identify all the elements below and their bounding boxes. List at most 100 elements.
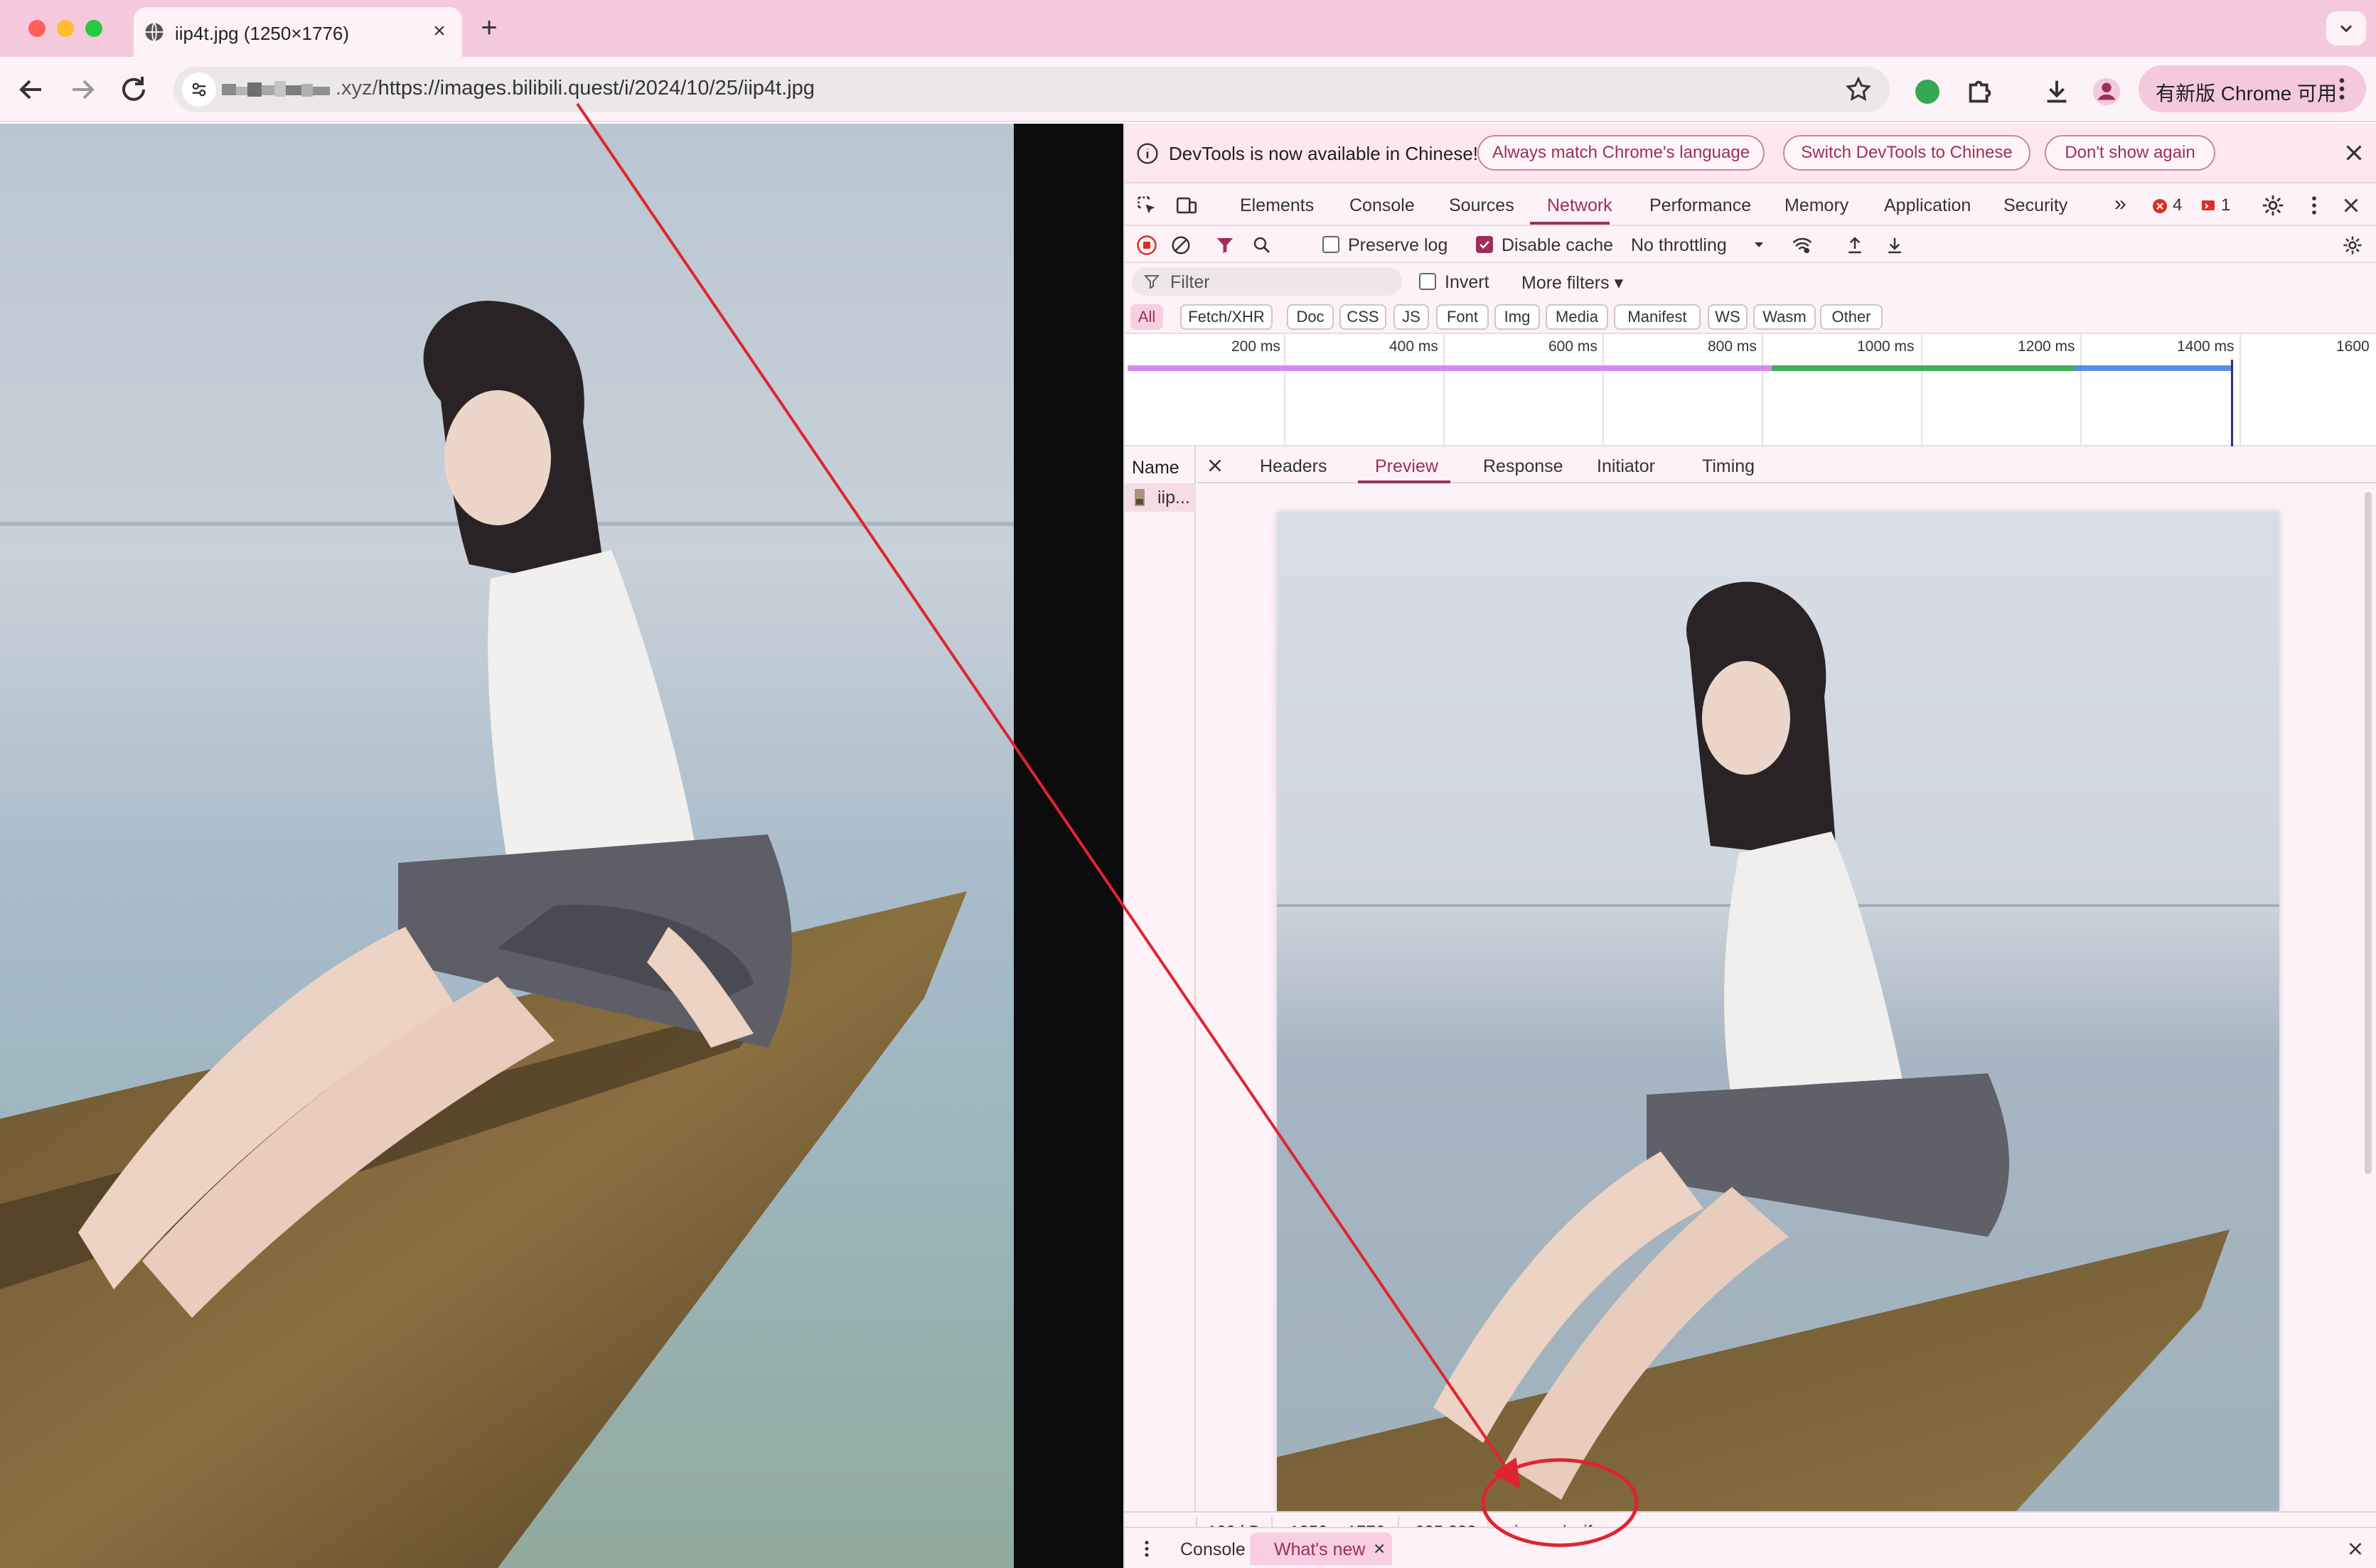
- drawer-tab-whats-new[interactable]: What's new: [1274, 1540, 1365, 1560]
- filter-funnel-icon[interactable]: [1214, 235, 1236, 256]
- network-overview-timeline[interactable]: 200 ms 400 ms 600 ms 800 ms 1000 ms 1200…: [1125, 334, 2376, 446]
- back-button[interactable]: [14, 73, 48, 107]
- name-column-header[interactable]: Name: [1132, 458, 1179, 478]
- tab-timing[interactable]: Timing: [1702, 456, 1755, 477]
- tab-sources[interactable]: Sources: [1449, 195, 1514, 216]
- network-toolbar: Preserve log Disable cache No throttling: [1125, 226, 2376, 263]
- import-har-icon[interactable]: [1844, 235, 1866, 256]
- invert-checkbox[interactable]: [1419, 273, 1436, 290]
- filter-icon: [1144, 275, 1160, 289]
- inspect-element-icon[interactable]: [1135, 193, 1159, 218]
- type-filter-media[interactable]: Media: [1546, 304, 1608, 330]
- detail-tab-bar: Headers Preview Response Initiator Timin…: [1197, 446, 2376, 483]
- tab-initiator[interactable]: Initiator: [1597, 456, 1655, 477]
- tab-strip: iip4t.jpg (1250×1776) × +: [0, 0, 2376, 57]
- tab-console[interactable]: Console: [1349, 195, 1415, 216]
- devtools-tab-bar: Elements Console Sources Network Perform…: [1125, 183, 2376, 226]
- tab-application[interactable]: Application: [1884, 195, 1971, 216]
- tab-network[interactable]: Network: [1547, 195, 1612, 216]
- url-text: .xyz/https://images.bilibili.quest/i/202…: [336, 77, 815, 100]
- disable-cache-checkbox[interactable]: [1476, 236, 1493, 253]
- type-filter-ws[interactable]: WS: [1708, 304, 1748, 330]
- tab-close-button[interactable]: ×: [427, 18, 452, 44]
- tab-search-button[interactable]: [2326, 11, 2366, 45]
- image-file-icon: [1135, 489, 1145, 506]
- type-filter-fetch-xhr[interactable]: Fetch/XHR: [1180, 304, 1273, 330]
- extension-icon[interactable]: [1915, 80, 1939, 104]
- reload-button[interactable]: [117, 73, 151, 107]
- site-info-button[interactable]: [182, 73, 216, 107]
- always-match-language-button[interactable]: Always match Chrome's language: [1477, 135, 1765, 171]
- search-icon[interactable]: [1251, 235, 1273, 256]
- type-filter-img[interactable]: Img: [1494, 304, 1540, 330]
- request-name: iip...: [1157, 488, 1190, 508]
- browser-tab[interactable]: iip4t.jpg (1250×1776) ×: [134, 7, 462, 57]
- type-filter-css[interactable]: CSS: [1339, 304, 1386, 330]
- address-bar[interactable]: .xyz/https://images.bilibili.quest/i/202…: [173, 67, 1890, 112]
- tab-memory[interactable]: Memory: [1784, 195, 1848, 216]
- update-chrome-button[interactable]: 有新版 Chrome 可用: [2139, 65, 2366, 112]
- settings-gear-icon[interactable]: [2261, 193, 2285, 218]
- filter-row: Filter Invert More filters ▾: [1125, 263, 2376, 300]
- url-host: .xyz/: [336, 77, 378, 100]
- type-filter-all[interactable]: All: [1130, 304, 1163, 330]
- type-filter-wasm[interactable]: Wasm: [1753, 304, 1816, 330]
- warning-count[interactable]: 1: [2221, 195, 2230, 215]
- tab-preview[interactable]: Preview: [1375, 456, 1438, 477]
- type-filter-font[interactable]: Font: [1436, 304, 1489, 330]
- timeline-tick: 1000 ms: [1857, 338, 1915, 355]
- more-tabs-button[interactable]: »: [2114, 192, 2126, 216]
- timeline-tick: 1600: [2336, 338, 2370, 355]
- download-icon[interactable]: [2040, 75, 2073, 108]
- export-har-icon[interactable]: [1884, 235, 1905, 256]
- tab-headers[interactable]: Headers: [1260, 456, 1327, 477]
- page-image: [0, 124, 1014, 1568]
- drawer-tab-close-button[interactable]: ×: [1374, 1537, 1385, 1560]
- more-vert-icon[interactable]: [1136, 1538, 1157, 1559]
- throttling-select[interactable]: No throttling: [1631, 235, 1727, 256]
- bookmark-star-icon[interactable]: [1844, 75, 1873, 104]
- forward-button[interactable]: [65, 73, 100, 107]
- type-filter-js[interactable]: JS: [1393, 304, 1429, 330]
- close-icon[interactable]: [2340, 139, 2367, 166]
- new-tab-button[interactable]: +: [475, 14, 503, 43]
- drawer-tab-console[interactable]: Console: [1180, 1540, 1246, 1560]
- warning-flag-icon: [2202, 200, 2215, 210]
- record-stop-icon[interactable]: [1136, 235, 1157, 256]
- close-icon[interactable]: [1204, 455, 1226, 476]
- more-filters-button[interactable]: More filters ▾: [1521, 272, 1623, 294]
- timeline-gridline: [1921, 334, 1922, 446]
- switch-to-chinese-button[interactable]: Switch DevTools to Chinese: [1783, 135, 2030, 171]
- tab-response[interactable]: Response: [1483, 456, 1563, 477]
- globe-icon: [145, 22, 164, 42]
- type-filter-manifest[interactable]: Manifest: [1614, 304, 1701, 330]
- chevron-down-icon: [2340, 25, 2353, 33]
- clear-icon[interactable]: [1170, 235, 1192, 256]
- filter-input[interactable]: Filter: [1132, 267, 1402, 296]
- minimize-window-button[interactable]: [57, 20, 74, 37]
- extensions-puzzle-icon[interactable]: [1964, 75, 1996, 108]
- tab-security[interactable]: Security: [2003, 195, 2067, 216]
- network-conditions-icon[interactable]: [1792, 235, 1813, 256]
- tab-performance[interactable]: Performance: [1649, 195, 1751, 216]
- profile-avatar-icon[interactable]: [2090, 75, 2123, 108]
- type-filter-doc[interactable]: Doc: [1287, 304, 1334, 330]
- more-vert-icon[interactable]: [2302, 193, 2326, 218]
- request-row[interactable]: iip...: [1125, 483, 1196, 512]
- dont-show-again-button[interactable]: Don't show again: [2045, 135, 2215, 171]
- maximize-window-button[interactable]: [85, 20, 102, 37]
- dropdown-arrow-icon[interactable]: [1750, 236, 1767, 253]
- type-filter-other[interactable]: Other: [1820, 304, 1883, 330]
- timeline-tick: 400 ms: [1389, 338, 1438, 355]
- device-toolbar-icon[interactable]: [1174, 193, 1199, 218]
- more-vert-icon[interactable]: [2328, 75, 2356, 103]
- timeline-tick: 200 ms: [1231, 338, 1280, 355]
- close-window-button[interactable]: [28, 20, 46, 37]
- tab-elements[interactable]: Elements: [1240, 195, 1314, 216]
- close-devtools-icon[interactable]: [2339, 193, 2363, 218]
- preserve-log-checkbox[interactable]: [1322, 236, 1339, 253]
- error-count[interactable]: 4: [2173, 195, 2182, 215]
- preview-scrollbar[interactable]: [2365, 492, 2372, 1174]
- close-drawer-icon[interactable]: [2345, 1538, 2366, 1559]
- network-settings-icon[interactable]: [2342, 235, 2363, 256]
